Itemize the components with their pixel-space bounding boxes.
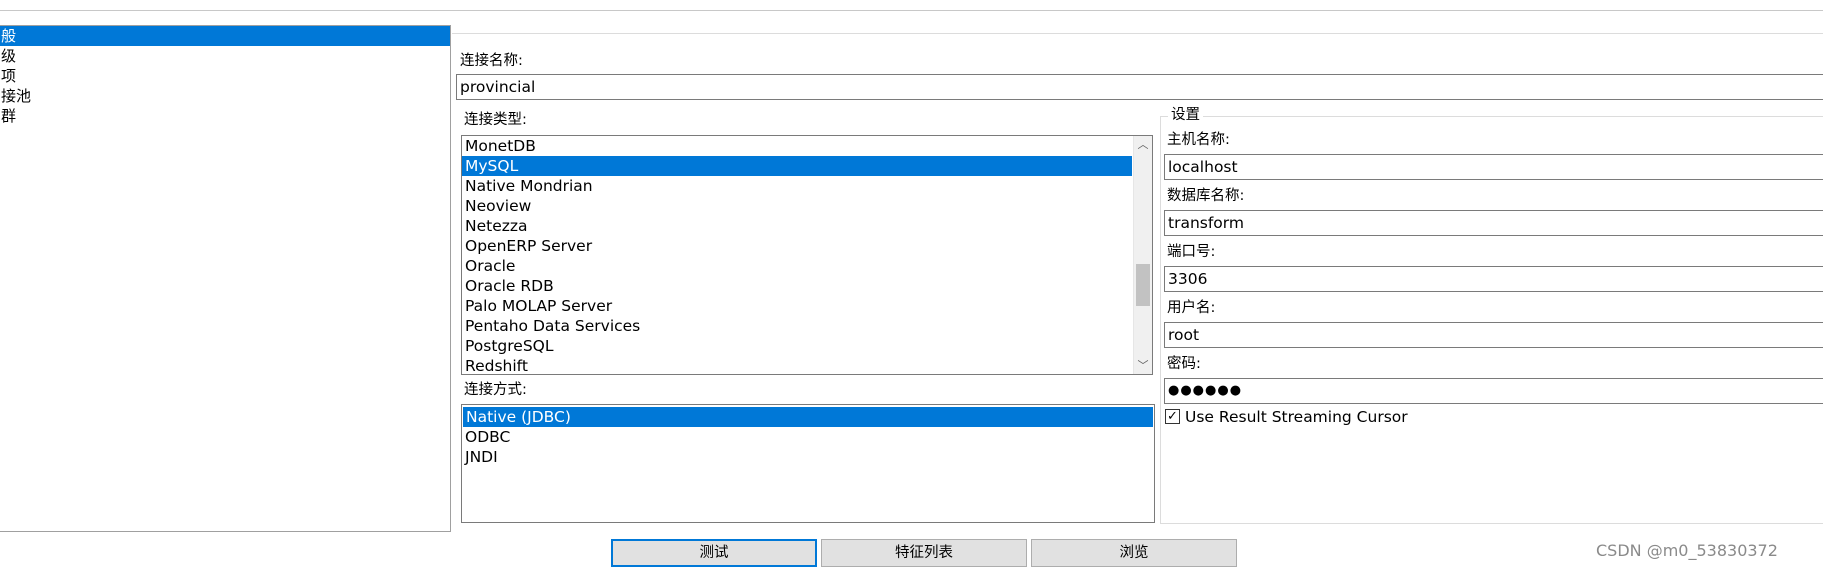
- feature-list-button[interactable]: 特征列表: [821, 539, 1027, 567]
- list-item[interactable]: Native (JDBC): [463, 407, 1153, 427]
- list-item[interactable]: MySQL: [462, 156, 1132, 176]
- nav-item-pooling[interactable]: 接池: [0, 86, 450, 106]
- list-item[interactable]: Redshift: [462, 356, 1152, 374]
- connection-name-label: 连接名称:: [460, 53, 523, 69]
- password-input[interactable]: ●●●●●●: [1164, 378, 1823, 404]
- username-input[interactable]: root: [1164, 322, 1823, 348]
- port-label: 端口号:: [1167, 244, 1216, 260]
- connection-type-list[interactable]: MonetDB MySQL Native Mondrian Neoview Ne…: [461, 135, 1153, 375]
- list-item[interactable]: Pentaho Data Services: [462, 316, 1152, 336]
- connection-type-scrollbar[interactable]: ︿ ﹀: [1133, 136, 1152, 374]
- scrollbar-thumb[interactable]: [1136, 264, 1150, 306]
- chevron-down-icon[interactable]: ﹀: [1134, 357, 1152, 374]
- access-method-list[interactable]: Native (JDBC) ODBC JNDI: [461, 404, 1155, 523]
- list-item[interactable]: ODBC: [462, 427, 1154, 447]
- browse-button[interactable]: 浏览: [1031, 539, 1237, 567]
- nav-item-advanced[interactable]: 级: [0, 46, 450, 66]
- list-item[interactable]: PostgreSQL: [462, 336, 1152, 356]
- database-input[interactable]: transform: [1164, 210, 1823, 236]
- settings-title: 设置: [1168, 106, 1203, 124]
- host-input[interactable]: localhost: [1164, 154, 1823, 180]
- nav-item-general[interactable]: 般: [0, 26, 450, 46]
- list-item[interactable]: Oracle RDB: [462, 276, 1152, 296]
- left-nav-list[interactable]: 般 级 项 接池 群: [0, 25, 451, 532]
- list-item[interactable]: JNDI: [462, 447, 1154, 467]
- list-item[interactable]: MonetDB: [462, 136, 1152, 156]
- list-item[interactable]: Palo MOLAP Server: [462, 296, 1152, 316]
- nav-item-options[interactable]: 项: [0, 66, 450, 86]
- password-label: 密码:: [1167, 356, 1201, 372]
- list-item[interactable]: Netezza: [462, 216, 1152, 236]
- streaming-cursor-label: Use Result Streaming Cursor: [1185, 408, 1408, 426]
- header-divider: [452, 33, 1823, 34]
- username-label: 用户名:: [1167, 300, 1216, 316]
- watermark-text: CSDN @m0_53830372: [1596, 541, 1778, 560]
- top-divider: [0, 10, 1823, 11]
- chevron-up-icon[interactable]: ︿: [1134, 136, 1152, 153]
- streaming-cursor-checkbox[interactable]: ✓: [1165, 409, 1180, 424]
- list-item[interactable]: Native Mondrian: [462, 176, 1152, 196]
- connection-name-input[interactable]: provincial: [456, 74, 1823, 100]
- test-button[interactable]: 测试: [611, 539, 817, 567]
- connection-type-label: 连接类型:: [464, 112, 527, 128]
- list-item[interactable]: Oracle: [462, 256, 1152, 276]
- list-item[interactable]: Neoview: [462, 196, 1152, 216]
- list-item[interactable]: OpenERP Server: [462, 236, 1152, 256]
- port-input[interactable]: 3306: [1164, 266, 1823, 292]
- database-label: 数据库名称:: [1167, 188, 1245, 204]
- nav-item-cluster[interactable]: 群: [0, 106, 450, 126]
- access-method-label: 连接方式:: [464, 382, 527, 398]
- host-label: 主机名称:: [1167, 132, 1230, 148]
